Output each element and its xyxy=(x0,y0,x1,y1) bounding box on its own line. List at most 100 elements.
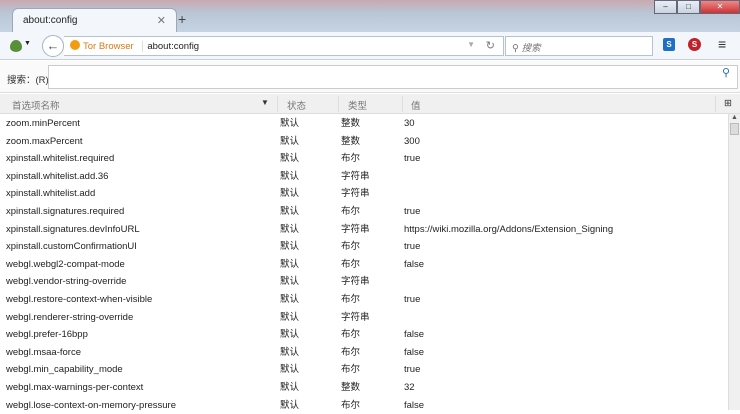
close-window-button[interactable]: ✕ xyxy=(700,0,740,14)
scrollbar[interactable]: ▲ xyxy=(728,114,740,410)
pref-value: true xyxy=(404,238,420,256)
table-row[interactable]: webgl.lose-context-on-memory-pressure 默认 布… xyxy=(0,397,728,414)
extension-noscript-icon[interactable]: S xyxy=(688,38,701,51)
column-value[interactable]: 值 xyxy=(411,98,421,112)
table-row[interactable]: xpinstall.signatures.devInfoURL默认字符串http… xyxy=(0,221,728,239)
column-name[interactable]: 首选项名称 xyxy=(12,98,60,112)
tab-close-icon[interactable]: ✕ xyxy=(157,14,166,27)
prefs-table: zoom.minPercent默认整数30zoom.maxPercent默认整数… xyxy=(0,115,728,414)
tor-onion-icon[interactable] xyxy=(10,40,22,52)
pref-name: webgl.min_capability_mode xyxy=(6,361,123,379)
pref-status: 默认 xyxy=(280,185,299,203)
pref-name: webgl.restore-context-when-visible xyxy=(6,291,152,309)
pref-type: 字符串 xyxy=(341,273,370,291)
column-picker-icon[interactable]: ⊞ xyxy=(724,98,732,109)
pref-value: true xyxy=(404,291,420,309)
sort-icon[interactable]: ▼ xyxy=(261,98,269,107)
tor-icon xyxy=(70,40,80,50)
search-input[interactable]: ⚲ 搜索 xyxy=(505,36,653,56)
pref-name: zoom.minPercent xyxy=(6,115,80,133)
pref-status: 默认 xyxy=(280,203,299,221)
table-row[interactable]: webgl.min_capability_mode 默认 布尔 true xyxy=(0,361,728,379)
pref-name: xpinstall.signatures.devInfoURL xyxy=(6,221,140,239)
chevron-down-icon[interactable]: ▼ xyxy=(24,40,31,47)
identity-label: Tor Browser xyxy=(83,41,134,52)
pref-status: 默认 xyxy=(280,397,299,414)
column-status[interactable]: 状态 xyxy=(287,98,306,112)
pref-name: xpinstall.whitelist.add xyxy=(6,185,95,203)
tab-about-config[interactable]: about:config ✕ xyxy=(12,8,177,34)
scroll-thumb[interactable] xyxy=(730,123,739,135)
pref-type: 布尔 xyxy=(341,361,360,379)
nav-bar: ▼ ← Tor Browser about:config ▼ ↻ ⚲ 搜索 xyxy=(0,32,740,60)
table-row[interactable]: webgl.restore-context-when-visible默认布尔tr… xyxy=(0,291,728,309)
pref-type: 布尔 xyxy=(341,150,360,168)
pref-value: false xyxy=(404,256,424,274)
reload-icon[interactable]: ↻ xyxy=(486,39,495,52)
pref-status: 默认 xyxy=(280,309,299,327)
pref-status: 默认 xyxy=(280,344,299,362)
tab-title: about:config xyxy=(23,15,78,26)
pref-type: 整数 xyxy=(341,379,360,397)
pref-value: 32 xyxy=(404,379,415,397)
table-row[interactable]: webgl.max-warnings-per-context默认整数32 xyxy=(0,379,728,397)
pref-type: 整数 xyxy=(341,115,360,133)
pref-status: 默认 xyxy=(280,150,299,168)
table-row[interactable]: webgl.prefer-16bpp默认布尔false xyxy=(0,326,728,344)
table-row[interactable]: zoom.minPercent默认整数30 xyxy=(0,115,728,133)
pref-name: xpinstall.customConfirmationUI xyxy=(6,238,137,256)
table-row[interactable]: xpinstall.whitelist.add.36默认字符串 xyxy=(0,168,728,186)
identity-box[interactable]: Tor Browser xyxy=(70,41,134,52)
history-dropdown-icon[interactable]: ▼ xyxy=(467,40,475,49)
url-bar[interactable]: Tor Browser about:config ▼ ↻ xyxy=(64,36,504,56)
pref-status: 默认 xyxy=(280,221,299,239)
pref-status: 默认 xyxy=(280,115,299,133)
pref-type: 布尔 xyxy=(341,203,360,221)
table-row[interactable]: webgl.msaa-force默认布尔false xyxy=(0,344,728,362)
extension-s-icon[interactable]: S xyxy=(663,38,675,51)
pref-name: webgl.vendor-string-override xyxy=(6,273,126,291)
search-icon: ⚲ xyxy=(722,66,730,79)
table-row[interactable]: webgl.vendor-string-override 默认 字符串 xyxy=(0,273,728,291)
pref-status: 默认 xyxy=(280,273,299,291)
scroll-up-icon[interactable]: ▲ xyxy=(729,114,740,121)
filter-input[interactable] xyxy=(48,65,738,89)
pref-status: 默认 xyxy=(280,361,299,379)
pref-type: 字符串 xyxy=(341,185,370,203)
table-row[interactable]: zoom.maxPercent默认整数300 xyxy=(0,133,728,151)
pref-value: true xyxy=(404,203,420,221)
table-row[interactable]: xpinstall.whitelist.required默认布尔true xyxy=(0,150,728,168)
pref-name: zoom.maxPercent xyxy=(6,133,83,151)
title-bar: about:config ✕ + – □ ✕ xyxy=(0,0,740,32)
minimize-button[interactable]: – xyxy=(654,0,677,14)
pref-type: 布尔 xyxy=(341,238,360,256)
search-icon: ⚲ xyxy=(512,43,522,54)
url-input[interactable]: about:config xyxy=(142,41,199,52)
search-placeholder: 搜索 xyxy=(522,43,541,54)
pref-type: 布尔 xyxy=(341,397,360,414)
new-tab-button[interactable]: + xyxy=(178,11,186,27)
table-row[interactable]: xpinstall.whitelist.add 默认 字符串 xyxy=(0,185,728,203)
pref-name: webgl.lose-context-on-memory-pressure xyxy=(6,397,176,414)
pref-type: 字符串 xyxy=(341,309,370,327)
column-type[interactable]: 类型 xyxy=(348,98,367,112)
pref-value: true xyxy=(404,150,420,168)
pref-status: 默认 xyxy=(280,379,299,397)
pref-value: 300 xyxy=(404,133,420,151)
back-button[interactable]: ← xyxy=(42,35,64,57)
pref-status: 默认 xyxy=(280,256,299,274)
pref-status: 默认 xyxy=(280,291,299,309)
pref-type: 布尔 xyxy=(341,326,360,344)
filter-bar: 搜索：(R) ⚲ xyxy=(0,61,740,93)
pref-name: xpinstall.signatures.required xyxy=(6,203,124,221)
pref-name: webgl.renderer-string-override xyxy=(6,309,133,327)
hamburger-menu-icon[interactable]: ≡ xyxy=(718,38,726,50)
table-row[interactable]: webgl.renderer-string-override 默认 字符串 xyxy=(0,309,728,327)
pref-status: 默认 xyxy=(280,168,299,186)
maximize-button[interactable]: □ xyxy=(677,0,700,14)
table-row[interactable]: xpinstall.signatures.required 默认 布尔 true xyxy=(0,203,728,221)
table-row[interactable]: webgl.webgl2-compat-mode默认布尔false xyxy=(0,256,728,274)
pref-value: true xyxy=(404,361,420,379)
table-row[interactable]: xpinstall.customConfirmationUI默认布尔true xyxy=(0,238,728,256)
pref-type: 整数 xyxy=(341,133,360,151)
